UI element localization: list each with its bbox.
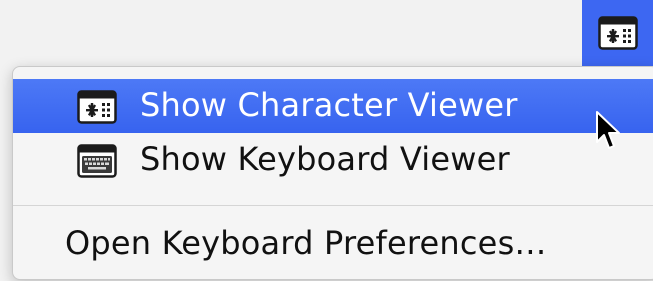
menu-separator bbox=[13, 205, 653, 206]
mouse-pointer-icon bbox=[596, 111, 620, 149]
menu-item-show-character-viewer[interactable]: Show Character Viewer bbox=[13, 79, 653, 133]
input-source-menu: Show Character Viewer Show Keyboard View… bbox=[12, 66, 653, 280]
menu-item-label: Show Character Viewer bbox=[140, 86, 518, 124]
keyboard-viewer-icon bbox=[77, 144, 117, 178]
menu-item-open-keyboard-preferences[interactable]: Open Keyboard Preferences… bbox=[13, 217, 653, 271]
menu-item-show-keyboard-viewer[interactable]: Show Keyboard Viewer bbox=[13, 133, 653, 187]
menu-item-label: Show Keyboard Viewer bbox=[140, 140, 510, 178]
character-viewer-icon bbox=[77, 90, 117, 124]
menu-item-label: Open Keyboard Preferences… bbox=[65, 224, 547, 262]
input-menu-status-item[interactable] bbox=[582, 0, 653, 66]
character-viewer-icon bbox=[597, 16, 638, 50]
